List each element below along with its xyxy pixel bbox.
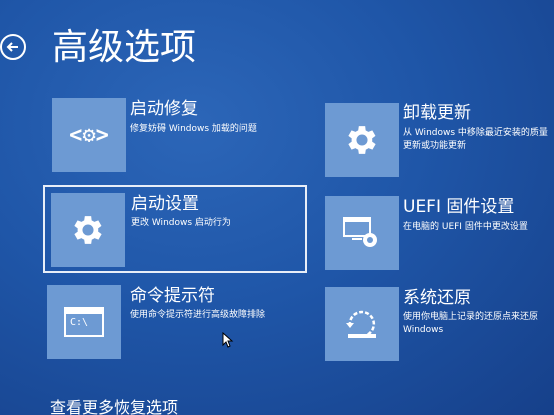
back-button[interactable]: [0, 34, 26, 60]
option-tile: [325, 196, 399, 270]
more-recovery-options-link[interactable]: 查看更多恢复选项: [50, 395, 178, 415]
command-prompt-icon-text: C:\: [70, 317, 89, 328]
mouse-cursor-icon: [222, 332, 234, 348]
advanced-options-screen: 高级选项 <⚙> 启动修复 修复妨碍 Windows 加载的问题 卸载更新 从 …: [0, 0, 554, 415]
option-title: 卸载更新: [403, 103, 471, 123]
option-title: 命令提示符: [130, 286, 215, 306]
option-tile: [325, 103, 399, 177]
page-title: 高级选项: [52, 27, 197, 68]
gear-icon: [74, 216, 102, 244]
code-brackets-gear-icon: <⚙>: [69, 122, 109, 148]
option-tile: <⚙>: [52, 98, 126, 172]
command-prompt-icon: C:\: [64, 307, 104, 337]
option-title: UEFI 固件设置: [403, 197, 515, 217]
option-command-prompt[interactable]: C:\ 命令提示符 使用命令提示符进行高级故障排除: [47, 285, 307, 361]
option-title: 系统还原: [403, 288, 471, 308]
option-startup-repair[interactable]: <⚙> 启动修复 修复妨碍 Windows 加载的问题: [52, 98, 307, 174]
option-description: 在电脑的 UEFI 固件中更改设置: [403, 222, 528, 232]
option-tile: [325, 287, 399, 361]
system-restore-icon: [346, 310, 376, 338]
option-title: 启动设置: [131, 194, 199, 214]
option-system-restore[interactable]: 系统还原 使用你电脑上记录的还原点来还原 Windows: [325, 285, 554, 361]
option-description: 使用你电脑上记录的还原点来还原 Windows: [403, 312, 539, 335]
gear-icon: [348, 126, 376, 154]
option-startup-settings[interactable]: 启动设置 更改 Windows 启动行为: [43, 185, 307, 273]
option-uninstall-updates[interactable]: 卸载更新 从 Windows 中移除最近安装的质量更新或功能更新: [325, 98, 554, 177]
option-description: 从 Windows 中移除最近安装的质量更新或功能更新: [403, 128, 548, 151]
option-description: 修复妨碍 Windows 加载的问题: [130, 124, 257, 134]
option-description: 更改 Windows 启动行为: [131, 218, 231, 228]
monitor-gear-icon: [343, 217, 377, 247]
option-tile: [51, 193, 125, 267]
option-uefi-settings[interactable]: UEFI 固件设置 在电脑的 UEFI 固件中更改设置: [325, 192, 554, 270]
option-title: 启动修复: [130, 99, 198, 119]
option-description: 使用命令提示符进行高级故障排除: [130, 310, 266, 320]
option-tile: C:\: [47, 285, 121, 359]
back-arrow-icon: [6, 42, 18, 52]
